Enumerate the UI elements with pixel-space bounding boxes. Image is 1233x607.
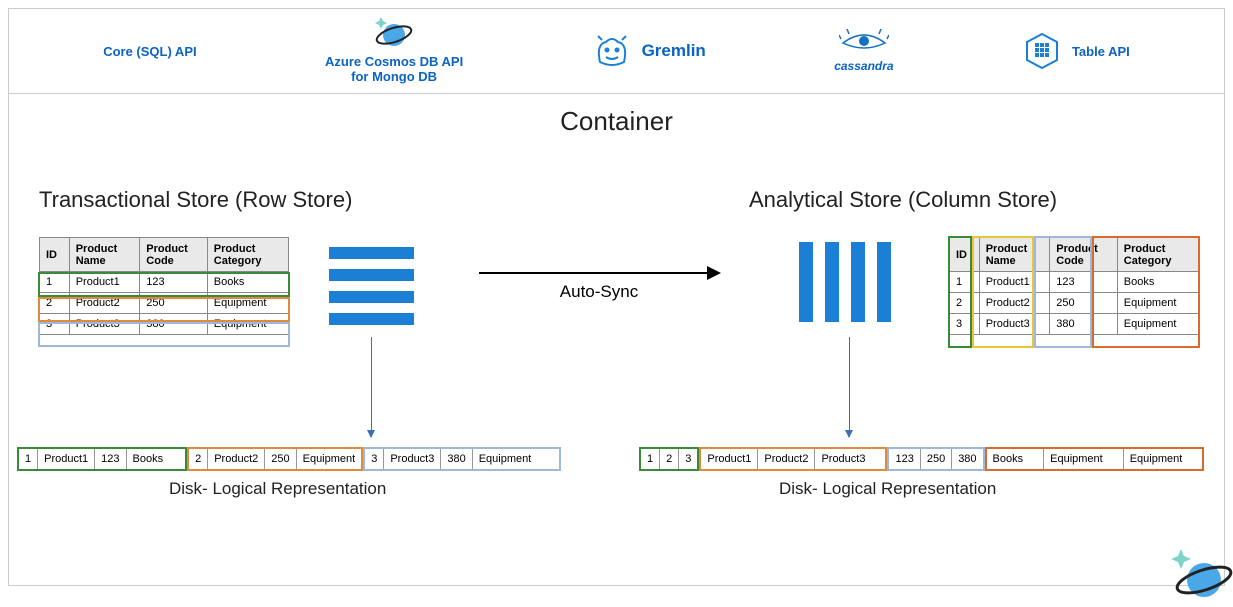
analytical-title: Analytical Store (Column Store): [749, 187, 1057, 213]
cassandra-eye-icon: [839, 29, 889, 55]
api-table-label: Table API: [1072, 44, 1130, 59]
tx-disk-row2: 2 Product2 250 Equipment: [187, 447, 363, 471]
table-row: 3Product3380Equipment: [40, 314, 289, 335]
transactional-table: ID Product Name Product Code Product Cat…: [39, 237, 289, 335]
table-row: 2Product2250Equipment: [950, 293, 1199, 314]
analytical-table: ID Product Name Product Code Product Cat…: [949, 237, 1199, 335]
api-core-label: Core (SQL) API: [103, 44, 196, 59]
th-code: Product Code: [140, 238, 208, 272]
th-name: Product Name: [69, 238, 140, 272]
container-title: Container: [9, 106, 1224, 137]
table-row: 1Product1123Books: [40, 272, 289, 293]
table-row: 3Product3380Equipment: [950, 314, 1199, 335]
table-row: 1Product1123Books: [950, 272, 1199, 293]
an-down-arrow: [849, 337, 850, 437]
an-disk-label: Disk- Logical Representation: [779, 479, 996, 499]
api-table: Table API: [1022, 31, 1130, 71]
api-mongo: Azure Cosmos DB API for Mongo DB: [325, 17, 463, 85]
gremlin-icon: [592, 34, 632, 68]
table-hexagon-icon: [1022, 31, 1062, 71]
tx-disk-strip: 1 Product1 123 Books 2 Product2 250 Equi…: [17, 447, 561, 471]
th-code: Product Code: [1050, 238, 1118, 272]
column-bars-icon: [799, 242, 891, 322]
cosmos-planet-corner-icon: [1164, 546, 1233, 607]
th-id: ID: [40, 238, 70, 272]
api-core-sql: Core (SQL) API: [103, 44, 196, 59]
api-mongo-label: Azure Cosmos DB API for Mongo DB: [325, 55, 463, 85]
an-disk-col-cat: Books Equipment Equipment: [985, 447, 1205, 471]
th-cat: Product Category: [207, 238, 288, 272]
transactional-title: Transactional Store (Row Store): [39, 187, 352, 213]
an-disk-strip: 1 2 3 Product1 Product2 Product3 123 250…: [639, 447, 1204, 471]
cosmos-planet-icon: [373, 17, 415, 51]
diagram-frame: Core (SQL) API Azure Cosmos DB API for M…: [8, 8, 1225, 586]
api-cassandra: cassandra: [834, 29, 893, 73]
th-id: ID: [950, 238, 980, 272]
auto-sync-label: Auto-Sync: [479, 282, 719, 302]
api-gremlin-label: Gremlin: [642, 41, 706, 61]
tx-disk-row3: 3 Product3 380 Equipment: [363, 447, 561, 471]
table-row: 2Product2250Equipment: [40, 293, 289, 314]
an-disk-col-id: 1 2 3: [639, 447, 699, 471]
api-cassandra-label: cassandra: [834, 59, 893, 73]
th-cat: Product Category: [1117, 238, 1198, 272]
api-row: Core (SQL) API Azure Cosmos DB API for M…: [9, 9, 1224, 94]
th-name: Product Name: [979, 238, 1050, 272]
tx-disk-label: Disk- Logical Representation: [169, 479, 386, 499]
row-bars-icon: [329, 247, 414, 325]
tx-down-arrow: [371, 337, 372, 437]
an-disk-col-code: 123 250 380: [887, 447, 984, 471]
an-disk-col-name: Product1 Product2 Product3: [699, 447, 887, 471]
tx-disk-row1: 1 Product1 123 Books: [17, 447, 187, 471]
auto-sync-arrow: Auto-Sync: [479, 272, 719, 302]
api-gremlin: Gremlin: [592, 34, 706, 68]
content-area: Transactional Store (Row Store) Analytic…: [9, 137, 1224, 597]
